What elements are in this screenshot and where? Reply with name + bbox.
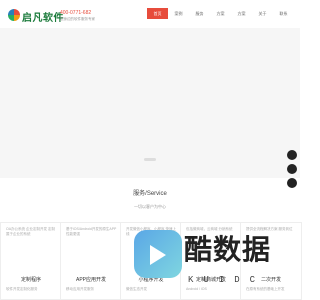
play-logo-icon	[134, 230, 182, 278]
watermark-sub: KUIDC	[188, 275, 266, 285]
nav-item-services[interactable]: 服务	[189, 8, 210, 19]
hero-banner[interactable]	[0, 28, 300, 178]
side-top-button[interactable]	[287, 178, 297, 188]
nav-item-cases[interactable]: 案例	[168, 8, 189, 19]
nav-item-solutions[interactable]: 方案	[210, 8, 231, 19]
card-title: APP应用开发	[75, 277, 106, 283]
card-tail: 移动应用开发服务	[66, 287, 94, 291]
card-title: 定制程序	[20, 277, 41, 283]
card-text: OA办公系统 企业定制开发 定制属于企业的系统	[6, 227, 56, 236]
card-tail: 软件开发定制化服务	[6, 287, 38, 291]
side-chat-button[interactable]	[287, 150, 297, 160]
section-title: 服务/Service	[133, 191, 167, 197]
logo-icon[interactable]	[8, 9, 20, 21]
card-text: 基于iOS/Android开发的原生APP 性能更强	[66, 227, 117, 236]
side-phone-button[interactable]	[287, 164, 297, 174]
main-nav: 首页 案例 服务 方案 方案 关于 联系	[147, 8, 294, 19]
service-card[interactable]: 基于iOS/Android开发的原生APP 性能更强 APP应用开发 移动应用开…	[60, 222, 122, 300]
nav-item-contact[interactable]: 联系	[273, 8, 294, 19]
carousel-indicator[interactable]	[144, 158, 156, 161]
section-subtitle: 一切以客户为中心	[134, 204, 166, 209]
site-header: 启凡软件 400-0771-682 您身边的软件服务专家 首页 案例 服务 方案…	[0, 0, 300, 28]
logo-text[interactable]: 启凡软件	[22, 9, 64, 24]
watermark-text: 酷数据	[184, 233, 272, 266]
nav-item-about[interactable]: 关于	[252, 8, 273, 19]
watermark: 酷数据 KUIDC	[134, 225, 300, 300]
nav-item-home[interactable]: 首页	[147, 8, 168, 19]
phone-number: 400-0771-682	[60, 10, 92, 16]
nav-item-solutions-2[interactable]: 方案	[231, 8, 252, 19]
slogan: 您身边的软件服务专家	[60, 17, 95, 21]
service-card[interactable]: OA办公系统 企业定制开发 定制属于企业的系统 定制程序 软件开发定制化服务	[0, 222, 62, 300]
